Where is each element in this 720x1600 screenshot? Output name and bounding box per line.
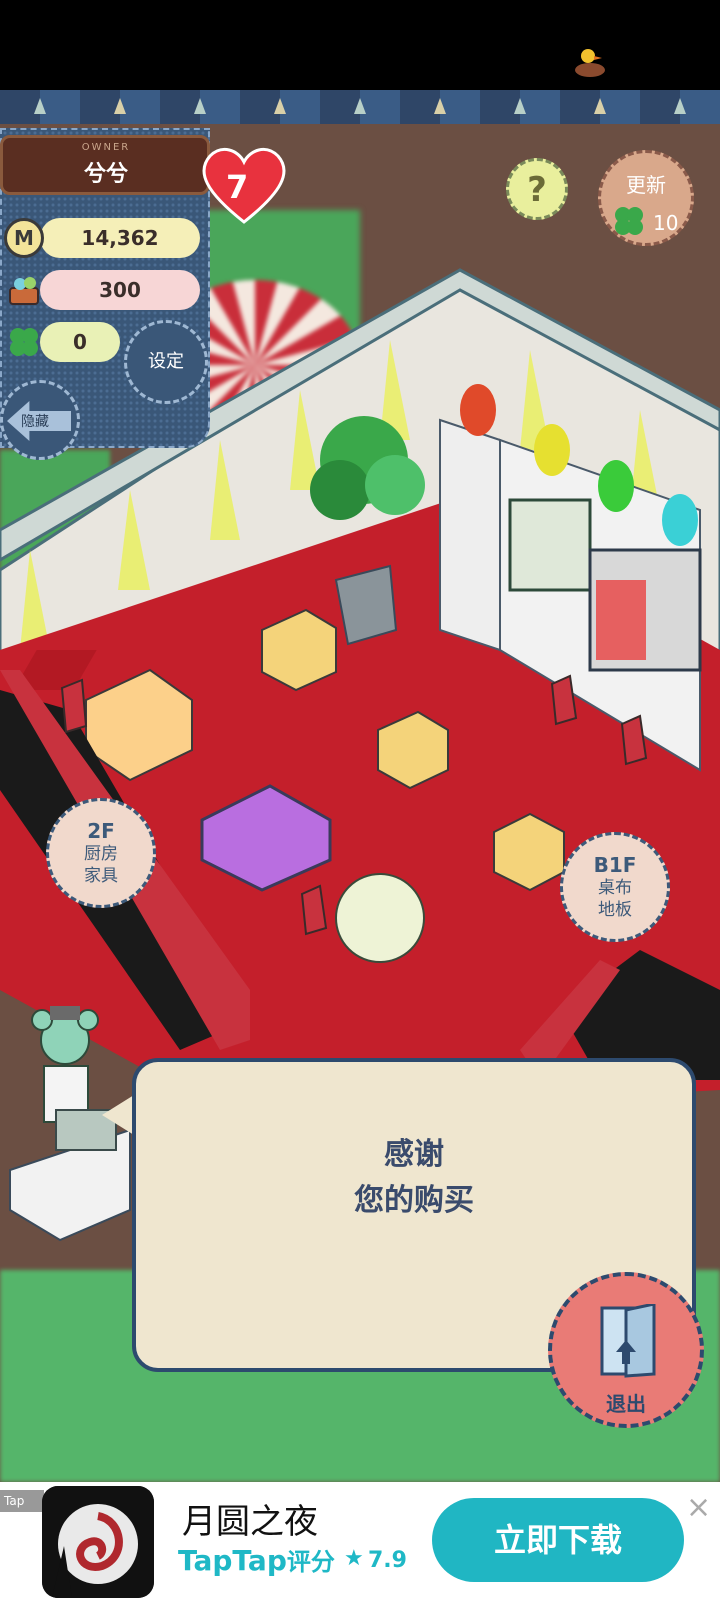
hide-button[interactable]: 隐藏 [0,380,80,460]
heart-count: 7 [226,168,249,206]
basket-icon [9,277,39,305]
exit-button[interactable]: 退出 [548,1272,704,1428]
update-count: 10 [653,211,679,235]
update-label: 更新 [626,173,666,197]
exit-label: 退出 [606,1392,646,1416]
clover-counter: 0 [40,322,120,362]
floor-label: 2F [87,819,115,843]
coin-counter: 14,362 [40,218,200,258]
dialog-text: 感谢 您的购买 [136,1132,692,1224]
floor-category: 厨房 [84,844,118,864]
help-button[interactable]: ? [506,158,568,220]
duck-icon [575,49,605,77]
close-icon[interactable]: × [686,1490,711,1525]
swirl-moon-icon [42,1486,154,1598]
dialog-line: 感谢 [384,1137,444,1172]
clover-icon [10,328,38,356]
floor-2f-button[interactable]: 2F 厨房 家具 [46,798,156,908]
hide-label: 隐藏 [21,414,49,430]
app-icon[interactable] [42,1486,154,1598]
download-button[interactable]: 立即下载 [432,1498,684,1582]
floor-category: 桌布 [598,878,632,898]
floor-category: 家具 [84,866,118,886]
ad-score: 7.9 [368,1548,407,1573]
dialog-line: 您的购买 [354,1183,474,1218]
owner-name: 兮兮 [83,162,128,187]
ad-app-title[interactable]: 月圆之夜 [182,1494,318,1543]
ad-brand-name: TapTap [178,1544,287,1577]
ad-brand: TapTap评分 [178,1542,335,1577]
status-bar [0,0,720,90]
star-icon: ★ [344,1546,364,1571]
basket-counter: 300 [40,270,200,310]
owner-plaque: OWNER 兮兮 [0,135,210,195]
owner-title: OWNER [81,142,131,153]
door-exit-icon [600,1304,656,1378]
floor-category: 地板 [598,900,632,920]
ad-source-tag: Tap [0,1490,44,1512]
settings-button[interactable]: 设定 [124,320,208,404]
update-button[interactable]: 更新 10 [598,150,694,246]
floor-label: B1F [593,853,637,877]
coin-m-icon: M [4,218,44,258]
clover-icon [615,207,643,235]
game-scene[interactable]: OWNER 兮兮 14,362 M 300 0 设定 隐藏 7 ? 更新 10 [0,90,720,1482]
ad-rating-label: 评分 [286,1548,335,1576]
ad-banner[interactable]: Tap 月圆之夜 TapTap评分 ★ 7.9 立即下载 × [0,1482,720,1600]
floor-b1f-button[interactable]: B1F 桌布 地板 [560,832,670,942]
